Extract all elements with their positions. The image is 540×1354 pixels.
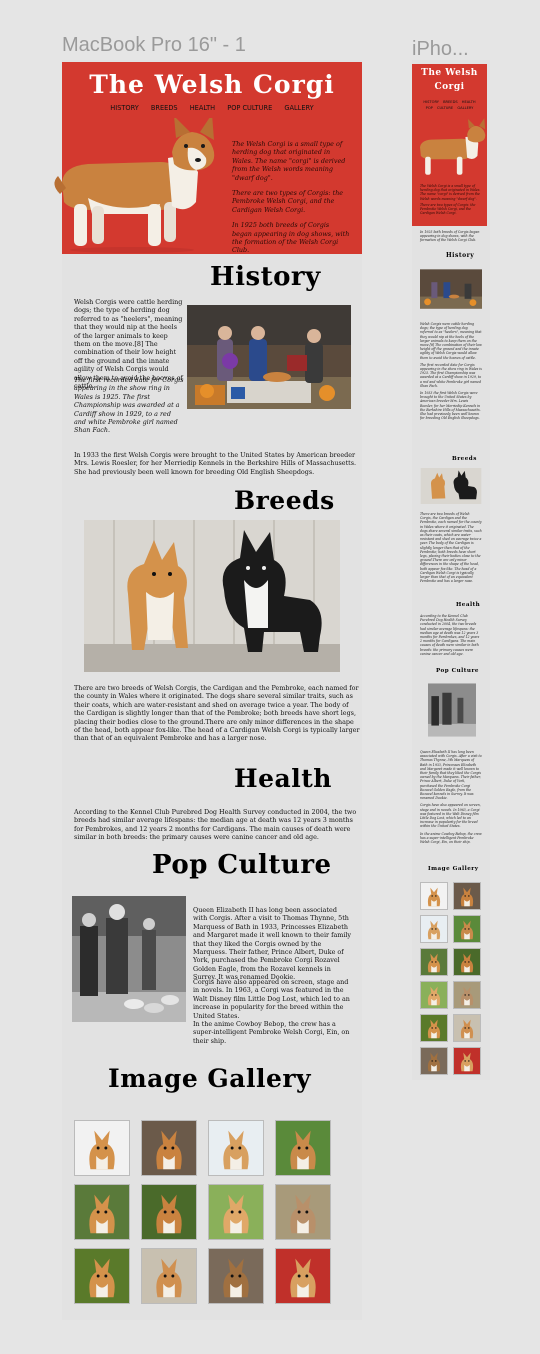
nav-breeds[interactable]: BREEDS: [151, 104, 178, 112]
mobile-frame-label: iPho...: [412, 38, 469, 60]
mobile-health-heading: Health: [456, 602, 481, 608]
gallery-image-9[interactable]: [74, 1248, 130, 1304]
gallery-image-2[interactable]: [141, 1120, 197, 1176]
history-p3: In 1933 the first Welsh Corgis were brou…: [74, 451, 357, 476]
mobile-gallery-image-9[interactable]: [420, 1014, 448, 1042]
corgi-hero-image: [54, 118, 215, 253]
hero-banner: The Welsh Corgi HISTORY BREEDS HEALTH PO…: [54, 62, 362, 255]
gallery-image-6[interactable]: [141, 1184, 197, 1240]
mobile-gallery-image-4[interactable]: [453, 915, 481, 943]
mobile-gallery-image-6[interactable]: [453, 948, 481, 976]
pop-heading: Pop Culture: [152, 850, 332, 880]
gallery-heading: Image Gallery: [108, 1064, 312, 1093]
mobile-breeds-photo: [420, 468, 482, 504]
mobile-gallery-image-11[interactable]: [420, 1047, 448, 1075]
mobile-nav-pop-culture[interactable]: POP CULTURE: [426, 106, 454, 110]
mobile-intro-p2: There are two types of Corgis: the Pembr…: [420, 202, 476, 216]
site-title: The Welsh Corgi: [89, 70, 335, 99]
mobile-nav-history[interactable]: HISTORY: [423, 100, 439, 104]
mobile-corgi-image: [420, 118, 486, 175]
pop-p2: Corgis have also appeared on screen, sta…: [193, 978, 350, 1020]
mobile-breeds-heading: Breeds: [452, 456, 477, 462]
mobile-pop-p1: Queen Elizabeth II has long been associa…: [420, 750, 482, 801]
mobile-history-p3: In 1933 the first Welsh Corgis were brou…: [420, 391, 481, 421]
mobile-gallery-heading: Image Gallery: [428, 866, 479, 872]
intro-p2: There are two types of Corgis: the Pembr…: [232, 189, 344, 214]
mobile-dog-show-photo: [420, 269, 482, 309]
gallery-image-8[interactable]: [275, 1184, 331, 1240]
mobile-breeds-text: There are two breeds of Welsh Corgis, th…: [420, 512, 482, 584]
mobile-intro-p3: In 1925 both breeds of Corgis began appe…: [420, 230, 480, 243]
mobile-nav-gallery[interactable]: GALLERY: [457, 106, 473, 110]
mobile-title-line1: The Welsh: [421, 68, 478, 78]
breeds-heading: Breeds: [234, 486, 335, 515]
dog-show-photo: [187, 305, 351, 409]
mobile-gallery-image-3[interactable]: [420, 915, 448, 943]
mobile-history-p2: The first recorded date for Corgis appea…: [420, 362, 482, 388]
health-p: According to the Kennel Club Purebred Do…: [74, 808, 357, 842]
mobile-history-p1: Welsh Corgis were cattle herding dogs; t…: [420, 322, 482, 360]
pop-p1: Queen Elizabeth II has long been associa…: [193, 906, 352, 982]
intro-text: The Welsh Corgi is a small type of herdi…: [232, 140, 350, 255]
pop-p3: In the anime Cowboy Bebop, the crew has …: [193, 1020, 350, 1045]
history-heading: History: [210, 262, 321, 292]
nav-health[interactable]: HEALTH: [190, 104, 215, 112]
gallery-image-4[interactable]: [275, 1120, 331, 1176]
mobile-queen-photo: [428, 683, 476, 737]
mobile-nav-health[interactable]: HEALTH: [462, 100, 476, 104]
intro-p1: The Welsh Corgi is a small type of herdi…: [232, 140, 346, 182]
mobile-gallery-image-12[interactable]: [453, 1047, 481, 1075]
queen-corgis-photo: [72, 896, 186, 1022]
mobile-history-heading: History: [446, 252, 475, 259]
mobile-nav-row1: HISTORY BREEDS HEALTH: [412, 100, 487, 104]
mobile-gallery-image-8[interactable]: [453, 981, 481, 1009]
breeds-p: There are two breeds of Welsh Corgis, th…: [74, 684, 360, 743]
nav-gallery[interactable]: GALLERY: [284, 104, 313, 112]
mobile-pop-text: Queen Elizabeth II has long been associa…: [420, 750, 482, 856]
history-p2: The first recorded date for Corgis appea…: [74, 376, 184, 435]
gallery-image-1[interactable]: [74, 1120, 130, 1176]
nav-history[interactable]: HISTORY: [110, 104, 139, 112]
main-nav: HISTORY BREEDS HEALTH POP CULTURE GALLER…: [62, 104, 362, 112]
gallery-image-11[interactable]: [208, 1248, 264, 1304]
mobile-pop-p3: In the anime Cowboy Bebop, the crew has …: [420, 831, 482, 845]
nav-pop-culture[interactable]: POP CULTURE: [227, 104, 272, 112]
gallery-image-3[interactable]: [208, 1120, 264, 1176]
breeds-photo: [84, 520, 340, 672]
mobile-gallery-image-2[interactable]: [453, 882, 481, 910]
mobile-gallery-image-5[interactable]: [420, 948, 448, 976]
desktop-frame-label: MacBook Pro 16" - 1: [62, 34, 246, 56]
mobile-gallery-image-1[interactable]: [420, 882, 448, 910]
mobile-gallery-image-10[interactable]: [453, 1014, 481, 1042]
gallery-image-12[interactable]: [275, 1248, 331, 1304]
mobile-history-text: Welsh Corgis were cattle herding dogs; t…: [420, 322, 482, 450]
mobile-pop-p2: Corgis have also appeared on screen, sta…: [420, 803, 481, 829]
intro-p3: In 1925 both breeds of Corgis began appe…: [232, 221, 350, 255]
mobile-pop-heading: Pop Culture: [436, 668, 479, 674]
mobile-title-line2: Corgi: [434, 82, 465, 92]
mobile-nav-row2: POP CULTURE GALLERY: [412, 106, 487, 110]
mobile-health-text: According to the Kennel Club Purebred Do…: [420, 614, 480, 656]
mobile-intro: The Welsh Corgi is a small type of herdi…: [420, 184, 484, 215]
mobile-intro-p1: The Welsh Corgi is a small type of herdi…: [420, 184, 481, 201]
gallery-image-10[interactable]: [141, 1248, 197, 1304]
mobile-hero-banner: The Welsh Corgi HISTORY BREEDS HEALTH PO…: [412, 64, 487, 226]
mobile-nav-breeds[interactable]: BREEDS: [443, 100, 458, 104]
mobile-gallery-image-7[interactable]: [420, 981, 448, 1009]
health-heading: Health: [234, 764, 332, 793]
gallery-image-7[interactable]: [208, 1184, 264, 1240]
gallery-image-5[interactable]: [74, 1184, 130, 1240]
